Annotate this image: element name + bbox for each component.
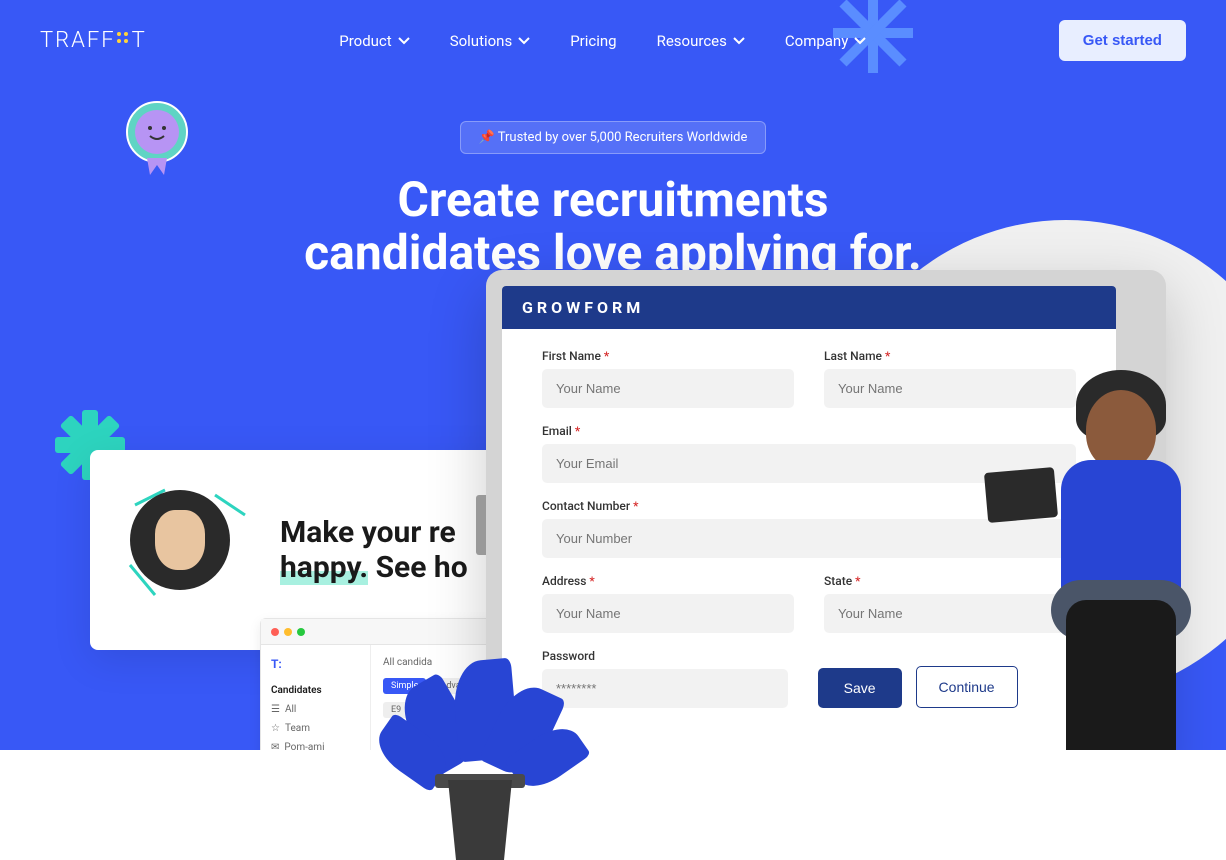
mini-sidebar-title: Candidates bbox=[271, 681, 360, 700]
mini-item: ✉ Pom-ami bbox=[271, 738, 360, 750]
contact-input[interactable] bbox=[542, 519, 1076, 558]
tablet-side-button bbox=[476, 495, 486, 555]
save-button[interactable]: Save bbox=[818, 668, 902, 708]
logo-t: T bbox=[132, 28, 147, 53]
main-nav: TRAFF T Product Solutions Pricing Resourc… bbox=[0, 0, 1226, 81]
email-label: Email * bbox=[542, 424, 1076, 438]
nav-pricing[interactable]: Pricing bbox=[570, 32, 616, 50]
avatar bbox=[130, 490, 230, 590]
nav-product[interactable]: Product bbox=[339, 32, 409, 50]
get-started-button[interactable]: Get started bbox=[1059, 20, 1186, 61]
nav-resources[interactable]: Resources bbox=[657, 32, 745, 50]
logo-text: TRAFF bbox=[40, 28, 116, 53]
last-name-label: Last Name * bbox=[824, 349, 1076, 363]
hero-title: Create recruitments candidates love appl… bbox=[0, 174, 1226, 280]
person-illustration bbox=[1016, 370, 1216, 750]
mini-logo: T: bbox=[271, 657, 360, 671]
mini-item: ☰ All bbox=[271, 700, 360, 719]
mini-item: ☆ Team bbox=[271, 719, 360, 738]
first-name-label: First Name * bbox=[542, 349, 794, 363]
chevron-down-icon bbox=[398, 37, 410, 45]
chevron-down-icon bbox=[518, 37, 530, 45]
card-title: Make your re happy. See ho bbox=[280, 515, 468, 585]
continue-button[interactable]: Continue bbox=[916, 666, 1018, 708]
hero-section: TRAFF T Product Solutions Pricing Resourc… bbox=[0, 0, 1226, 750]
trust-badge: 📌 Trusted by over 5,000 Recruiters World… bbox=[460, 121, 767, 154]
chevron-down-icon bbox=[854, 37, 866, 45]
logo[interactable]: TRAFF T bbox=[40, 28, 147, 54]
logo-dots-icon bbox=[114, 28, 132, 53]
plant-illustration bbox=[380, 580, 580, 860]
nav-links: Product Solutions Pricing Resources Comp… bbox=[339, 32, 866, 50]
avatar-decoration bbox=[130, 490, 250, 610]
first-name-input[interactable] bbox=[542, 369, 794, 408]
nav-company[interactable]: Company bbox=[785, 32, 866, 50]
nav-solutions[interactable]: Solutions bbox=[450, 32, 531, 50]
chevron-down-icon bbox=[733, 37, 745, 45]
form-brand: GROWFORM bbox=[502, 286, 1116, 329]
